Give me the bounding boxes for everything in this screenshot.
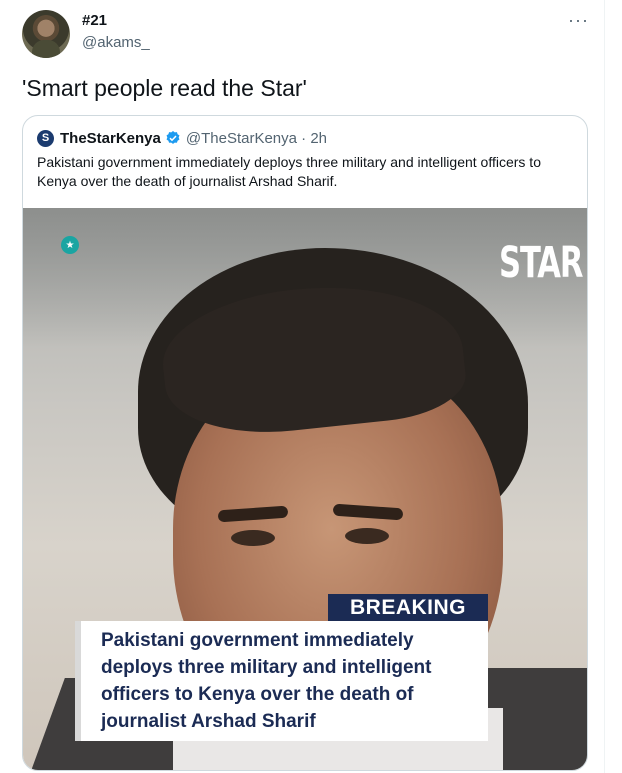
quoted-handle-time[interactable]: @TheStarKenya · 2h <box>186 130 327 147</box>
column-divider <box>604 0 605 773</box>
quoted-author-name[interactable]: TheStarKenya <box>60 130 161 147</box>
quoted-avatar[interactable]: S <box>37 129 54 147</box>
star-logo-icon: STAR <box>499 238 583 288</box>
photo-eye-right <box>345 528 389 544</box>
star-badge-icon: ★ <box>61 236 79 254</box>
tweet-text: 'Smart people read the Star' <box>22 75 307 101</box>
quoted-tweet-card[interactable]: S TheStarKenya @TheStarKenya · 2h Pakist… <box>22 115 588 771</box>
author-handle[interactable]: @akams_ <box>82 34 150 51</box>
author-name[interactable]: #21 <box>82 12 107 29</box>
avatar[interactable] <box>22 10 70 58</box>
quoted-media-image[interactable]: ★ STAR BREAKING Pakistani government imm… <box>23 208 587 770</box>
more-icon[interactable]: ··· <box>568 10 589 31</box>
headline-box: Pakistani government immediately deploys… <box>75 621 488 741</box>
quoted-tweet-text: Pakistani government immediately deploys… <box>37 154 541 189</box>
quoted-tweet-header: S TheStarKenya @TheStarKenya · 2h <box>37 128 327 148</box>
headline-text: Pakistani government immediately deploys… <box>101 630 432 732</box>
photo-eye-left <box>231 530 275 546</box>
breaking-label: BREAKING <box>328 594 488 621</box>
verified-badge-icon <box>166 131 180 144</box>
